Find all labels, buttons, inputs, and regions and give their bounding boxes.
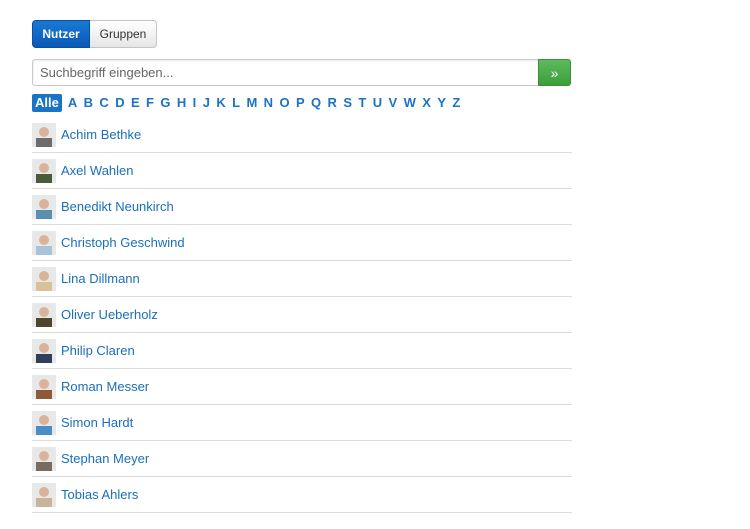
user-avatar[interactable]	[32, 482, 56, 507]
user-avatar[interactable]	[32, 122, 56, 147]
user-name-link[interactable]: Achim Bethke	[61, 127, 141, 142]
letter-filter-u[interactable]: U	[373, 94, 382, 112]
user-avatar[interactable]	[32, 338, 56, 363]
letter-filter-e[interactable]: E	[131, 94, 140, 112]
user-list-item: Tobias Ahlers	[32, 477, 572, 513]
search-submit-button[interactable]: »	[538, 59, 571, 86]
user-list-item: Roman Messer	[32, 369, 572, 405]
letter-filter-h[interactable]: H	[177, 94, 186, 112]
users-tab-button[interactable]: Nutzer	[32, 20, 90, 48]
letter-filter-j[interactable]: J	[203, 94, 210, 112]
letter-filter-s[interactable]: S	[343, 94, 352, 112]
user-list-item: Philip Claren	[32, 333, 572, 369]
letter-filter-t[interactable]: T	[358, 94, 366, 112]
user-list-item: Benedikt Neunkirch	[32, 189, 572, 225]
alphabet-filter: Alle A B C D E F G H I J K L M N O P Q R S T U V W X Y Z	[32, 94, 572, 112]
search-bar: »	[32, 59, 571, 86]
letter-filter-y[interactable]: Y	[437, 94, 446, 112]
user-name-link[interactable]: Simon Hardt	[61, 415, 133, 430]
user-avatar[interactable]	[32, 446, 56, 471]
user-list-item: Achim Bethke	[32, 117, 572, 153]
letter-filter-p[interactable]: P	[296, 94, 305, 112]
user-list-item: Axel Wahlen	[32, 153, 572, 189]
user-name-link[interactable]: Oliver Ueberholz	[61, 307, 158, 322]
user-list-item: Lina Dillmann	[32, 261, 572, 297]
letter-filter-r[interactable]: R	[328, 94, 337, 112]
user-avatar[interactable]	[32, 158, 56, 183]
letter-filter-f[interactable]: F	[146, 94, 154, 112]
letter-filter-d[interactable]: D	[115, 94, 124, 112]
letter-filter-l[interactable]: L	[232, 94, 240, 112]
user-list-item: Christoph Geschwind	[32, 225, 572, 261]
letter-filter-q[interactable]: Q	[311, 94, 321, 112]
view-toggle: Nutzer Gruppen	[32, 20, 157, 48]
letter-filter-i[interactable]: I	[193, 94, 197, 112]
user-avatar[interactable]	[32, 194, 56, 219]
user-name-link[interactable]: Lina Dillmann	[61, 271, 140, 286]
letter-filter-o[interactable]: O	[279, 94, 289, 112]
user-name-link[interactable]: Benedikt Neunkirch	[61, 199, 174, 214]
letter-filter-n[interactable]: N	[264, 94, 273, 112]
user-name-link[interactable]: Roman Messer	[61, 379, 149, 394]
user-name-link[interactable]: Stephan Meyer	[61, 451, 149, 466]
letter-filter-x[interactable]: X	[422, 94, 431, 112]
user-name-link[interactable]: Tobias Ahlers	[61, 487, 138, 502]
user-name-link[interactable]: Christoph Geschwind	[61, 235, 185, 250]
user-list-item: Simon Hardt	[32, 405, 572, 441]
user-list-item: Stephan Meyer	[32, 441, 572, 477]
user-avatar[interactable]	[32, 266, 56, 291]
search-input[interactable]	[32, 59, 538, 86]
letter-filter-g[interactable]: G	[160, 94, 170, 112]
user-name-link[interactable]: Philip Claren	[61, 343, 135, 358]
user-directory: Nutzer Gruppen » AlleABCDEFGHIJKLMNOPQRS…	[32, 20, 572, 529]
user-avatar[interactable]	[32, 374, 56, 399]
letter-filter-k[interactable]: K	[216, 94, 225, 112]
letter-filter-b[interactable]: B	[84, 94, 93, 112]
letter-filter-all[interactable]: Alle	[32, 94, 62, 112]
letter-filter-a[interactable]: A	[68, 94, 77, 112]
letter-filter-c[interactable]: C	[99, 94, 108, 112]
letter-filter-v[interactable]: V	[389, 94, 398, 112]
letter-filter-z[interactable]: Z	[452, 94, 460, 112]
groups-tab-button[interactable]: Gruppen	[90, 20, 157, 48]
user-avatar[interactable]	[32, 230, 56, 255]
user-list: Achim Bethke Axel Wahlen Benedikt Neunkirc…	[32, 117, 572, 513]
user-avatar[interactable]	[32, 302, 56, 327]
letter-filter-w[interactable]: W	[404, 94, 416, 112]
user-list-item: Oliver Ueberholz	[32, 297, 572, 333]
user-name-link[interactable]: Axel Wahlen	[61, 163, 134, 178]
letter-filter-m[interactable]: M	[246, 94, 257, 112]
user-avatar[interactable]	[32, 410, 56, 435]
